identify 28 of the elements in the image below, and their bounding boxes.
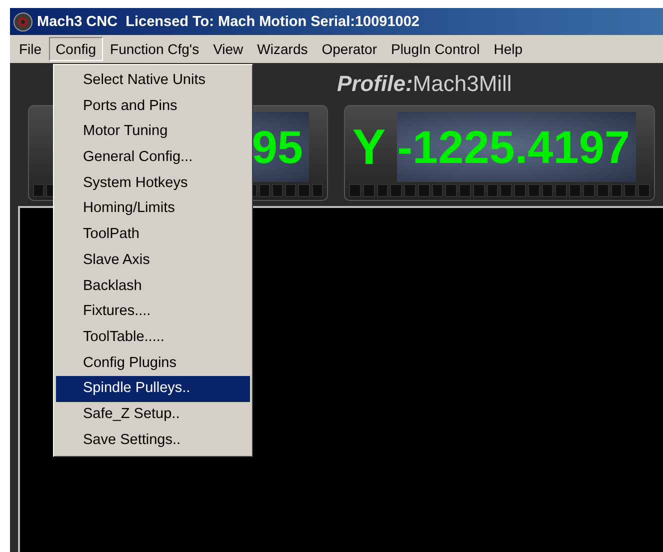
menu-item[interactable]: Help xyxy=(486,37,530,61)
menu-option[interactable]: Backlash xyxy=(56,274,250,300)
menu-item[interactable]: Function Cfg's xyxy=(103,37,206,61)
menu-item[interactable]: View xyxy=(206,37,250,61)
menu-item[interactable]: File xyxy=(12,37,49,61)
menu-option[interactable]: ToolTable..... xyxy=(56,324,250,351)
app-logo-icon xyxy=(13,12,33,32)
menu-item[interactable]: Operator xyxy=(314,37,384,61)
menu-option[interactable]: Spindle Pulleys.. xyxy=(56,376,250,402)
menu-option[interactable]: Safe_Z Setup.. xyxy=(56,402,250,428)
menu-option[interactable]: System Hotkeys xyxy=(56,170,250,196)
menu-option[interactable]: Save Settings.. xyxy=(56,428,250,454)
menu-option[interactable]: Fixtures.... xyxy=(56,299,250,325)
menu-option[interactable]: Homing/Limits xyxy=(56,196,250,222)
menu-option[interactable]: Select Native Units xyxy=(56,68,250,94)
menu-option[interactable]: Motor Tuning xyxy=(56,119,250,146)
axis-letter: Y xyxy=(351,118,387,176)
menu-item[interactable]: PlugIn Control xyxy=(384,37,487,61)
window-title: Mach3 CNC Licensed To: Mach Motion Serial:10091002 xyxy=(37,14,420,30)
menu-option[interactable]: ToolPath xyxy=(56,222,250,248)
menu-option[interactable]: General Config... xyxy=(56,145,250,171)
menu-item[interactable]: Config xyxy=(48,37,104,61)
profile-label: Profile:Mach3Mill xyxy=(337,71,512,97)
menu-option[interactable]: Ports and Pins xyxy=(56,94,250,120)
menu-item[interactable]: Wizards xyxy=(250,37,315,61)
coordinate-value[interactable]: -1225.4197 xyxy=(397,112,636,182)
menu-option[interactable]: Slave Axis xyxy=(56,248,250,274)
menu-option[interactable]: Config Plugins xyxy=(56,350,250,376)
